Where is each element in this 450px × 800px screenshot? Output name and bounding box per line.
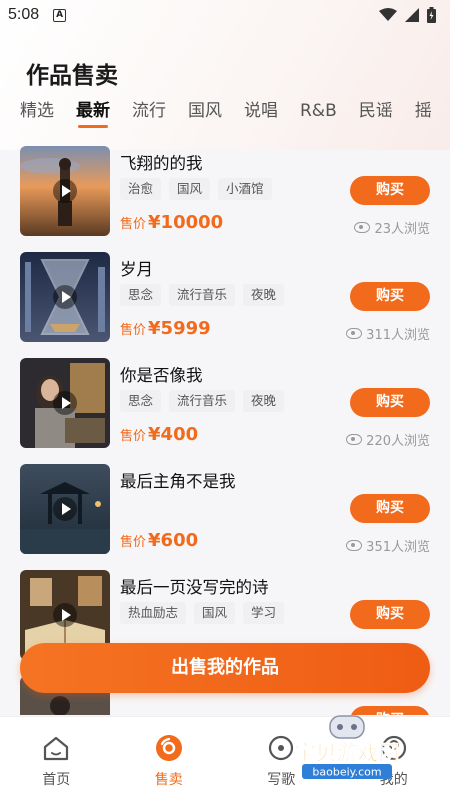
- sell-icon: [155, 735, 183, 761]
- notification-a-icon: A: [53, 8, 67, 22]
- tag: 流行音乐: [169, 284, 236, 306]
- home-icon: [42, 735, 70, 761]
- buy-button[interactable]: 购买: [350, 388, 430, 417]
- view-count-text: 351人浏览: [366, 540, 430, 555]
- list-item[interactable]: 你是否像我 思念 流行音乐 夜晚 售价 ¥400 购买 220人浏览: [0, 352, 450, 458]
- tag-list: 治愈 国风 小酒馆: [120, 178, 272, 200]
- nav-sell[interactable]: 售卖: [113, 717, 226, 800]
- view-count-text: 23人浏览: [374, 222, 430, 237]
- cover-image[interactable]: [20, 358, 110, 448]
- category-tabs: 精选 最新 流行 国风 说唱 R&B 民谣 摇: [0, 96, 450, 136]
- list-item[interactable]: 飞翔的的我 治愈 国风 小酒馆 售价 ¥10000 购买 23人浏览: [0, 140, 450, 246]
- battery-icon: [427, 7, 436, 23]
- page-title: 作品售卖: [26, 63, 118, 89]
- price-value: ¥10000: [148, 212, 224, 233]
- watermark: 宝贝游戏网 baobeiy.com: [282, 712, 442, 782]
- price-prefix: 售价: [120, 217, 147, 232]
- tag: 思念: [120, 284, 162, 306]
- price: 售价 ¥10000: [120, 212, 223, 233]
- wifi-icon: [379, 8, 397, 21]
- status-bar: 5:08 A: [0, 0, 450, 30]
- work-title: 岁月: [120, 260, 153, 279]
- play-icon[interactable]: [53, 603, 77, 627]
- buy-button[interactable]: 购买: [350, 282, 430, 311]
- tag-list: 热血励志 国风 学习: [120, 602, 285, 624]
- price-value: ¥400: [148, 424, 199, 445]
- tag-list: 思念 流行音乐 夜晚: [120, 390, 285, 412]
- watermark-title: 宝贝游戏网: [295, 741, 400, 765]
- play-icon[interactable]: [53, 497, 77, 521]
- tag: 夜晚: [243, 284, 285, 306]
- cover-image[interactable]: [20, 252, 110, 342]
- view-count: 220人浏览: [346, 430, 430, 449]
- price-value: ¥600: [148, 530, 199, 551]
- view-count-text: 220人浏览: [366, 434, 430, 449]
- work-title: 你是否像我: [120, 366, 203, 385]
- list-item[interactable]: 最后主角不是我 售价 ¥600 购买 351人浏览: [0, 458, 450, 564]
- cover-image[interactable]: [20, 146, 110, 236]
- nav-home-label: 首页: [42, 772, 71, 788]
- buy-button[interactable]: 购买: [350, 176, 430, 205]
- tag: 国风: [169, 178, 211, 200]
- status-time: 5:08: [8, 6, 40, 23]
- tab-rap[interactable]: 说唱: [233, 96, 289, 130]
- watermark-url: baobeiy.com: [312, 766, 381, 779]
- price-prefix: 售价: [120, 323, 147, 338]
- tab-featured[interactable]: 精选: [0, 96, 65, 130]
- price: 售价 ¥5999: [120, 318, 211, 339]
- price: 售价 ¥400: [120, 424, 198, 445]
- play-icon[interactable]: [53, 285, 77, 309]
- tab-latest[interactable]: 最新: [65, 96, 121, 130]
- tag: 夜晚: [243, 390, 285, 412]
- price-prefix: 售价: [120, 535, 147, 550]
- view-count: 351人浏览: [346, 536, 430, 555]
- cell-signal-icon: [405, 8, 419, 22]
- tag: 思念: [120, 390, 162, 412]
- eye-icon: [346, 540, 363, 551]
- tab-guofeng[interactable]: 国风: [177, 96, 233, 130]
- buy-button[interactable]: 购买: [350, 494, 430, 523]
- nav-sell-label: 售卖: [154, 772, 183, 788]
- list-item[interactable]: 岁月 思念 流行音乐 夜晚 售价 ¥5999 购买 311人浏览: [0, 246, 450, 352]
- view-count-text: 311人浏览: [366, 328, 430, 343]
- price-value: ¥5999: [148, 318, 211, 339]
- tab-rnb[interactable]: R&B: [289, 96, 348, 130]
- tag: 治愈: [120, 178, 162, 200]
- view-count: 23人浏览: [354, 218, 430, 237]
- price-prefix: 售价: [120, 429, 147, 444]
- work-title: 最后主角不是我: [120, 472, 236, 491]
- tab-rock[interactable]: 摇: [404, 96, 443, 130]
- tab-folk[interactable]: 民谣: [348, 96, 404, 130]
- play-icon[interactable]: [53, 391, 77, 415]
- view-count: 311人浏览: [346, 324, 430, 343]
- work-title: 飞翔的的我: [120, 154, 203, 173]
- tab-pop[interactable]: 流行: [121, 96, 177, 130]
- tag: 流行音乐: [169, 390, 236, 412]
- tag-list: 思念 流行音乐 夜晚: [120, 284, 285, 306]
- eye-icon: [346, 434, 363, 445]
- nav-home[interactable]: 首页: [0, 717, 113, 800]
- tag: 学习: [243, 602, 285, 624]
- eye-icon: [354, 222, 371, 233]
- play-icon[interactable]: [53, 179, 77, 203]
- eye-icon: [346, 328, 363, 339]
- buy-button[interactable]: 购买: [350, 600, 430, 629]
- sell-my-work-button[interactable]: 出售我的作品: [20, 643, 430, 693]
- price: 售价 ¥600: [120, 530, 198, 551]
- work-title: 最后一页没写完的诗: [120, 578, 269, 597]
- tag: 热血励志: [120, 602, 187, 624]
- work-list: 飞翔的的我 治愈 国风 小酒馆 售价 ¥10000 购买 23人浏览 岁月 思念 …: [0, 140, 450, 715]
- tag: 小酒馆: [218, 178, 272, 200]
- tag: 国风: [194, 602, 236, 624]
- cover-image[interactable]: [20, 464, 110, 554]
